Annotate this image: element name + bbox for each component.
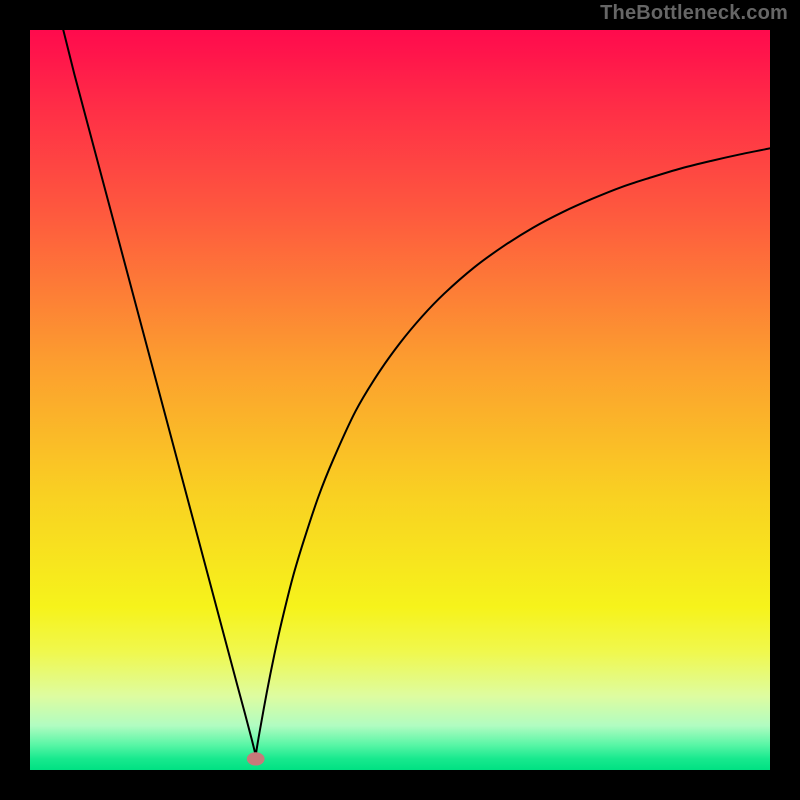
chart-frame: TheBottleneck.com: [0, 0, 800, 800]
plot-area: [30, 30, 770, 770]
curve-layer: [30, 30, 770, 770]
branding-text: TheBottleneck.com: [600, 2, 788, 25]
curve-right-branch: [256, 148, 770, 755]
curve-left-branch: [63, 30, 255, 755]
minimum-marker: [247, 752, 265, 765]
